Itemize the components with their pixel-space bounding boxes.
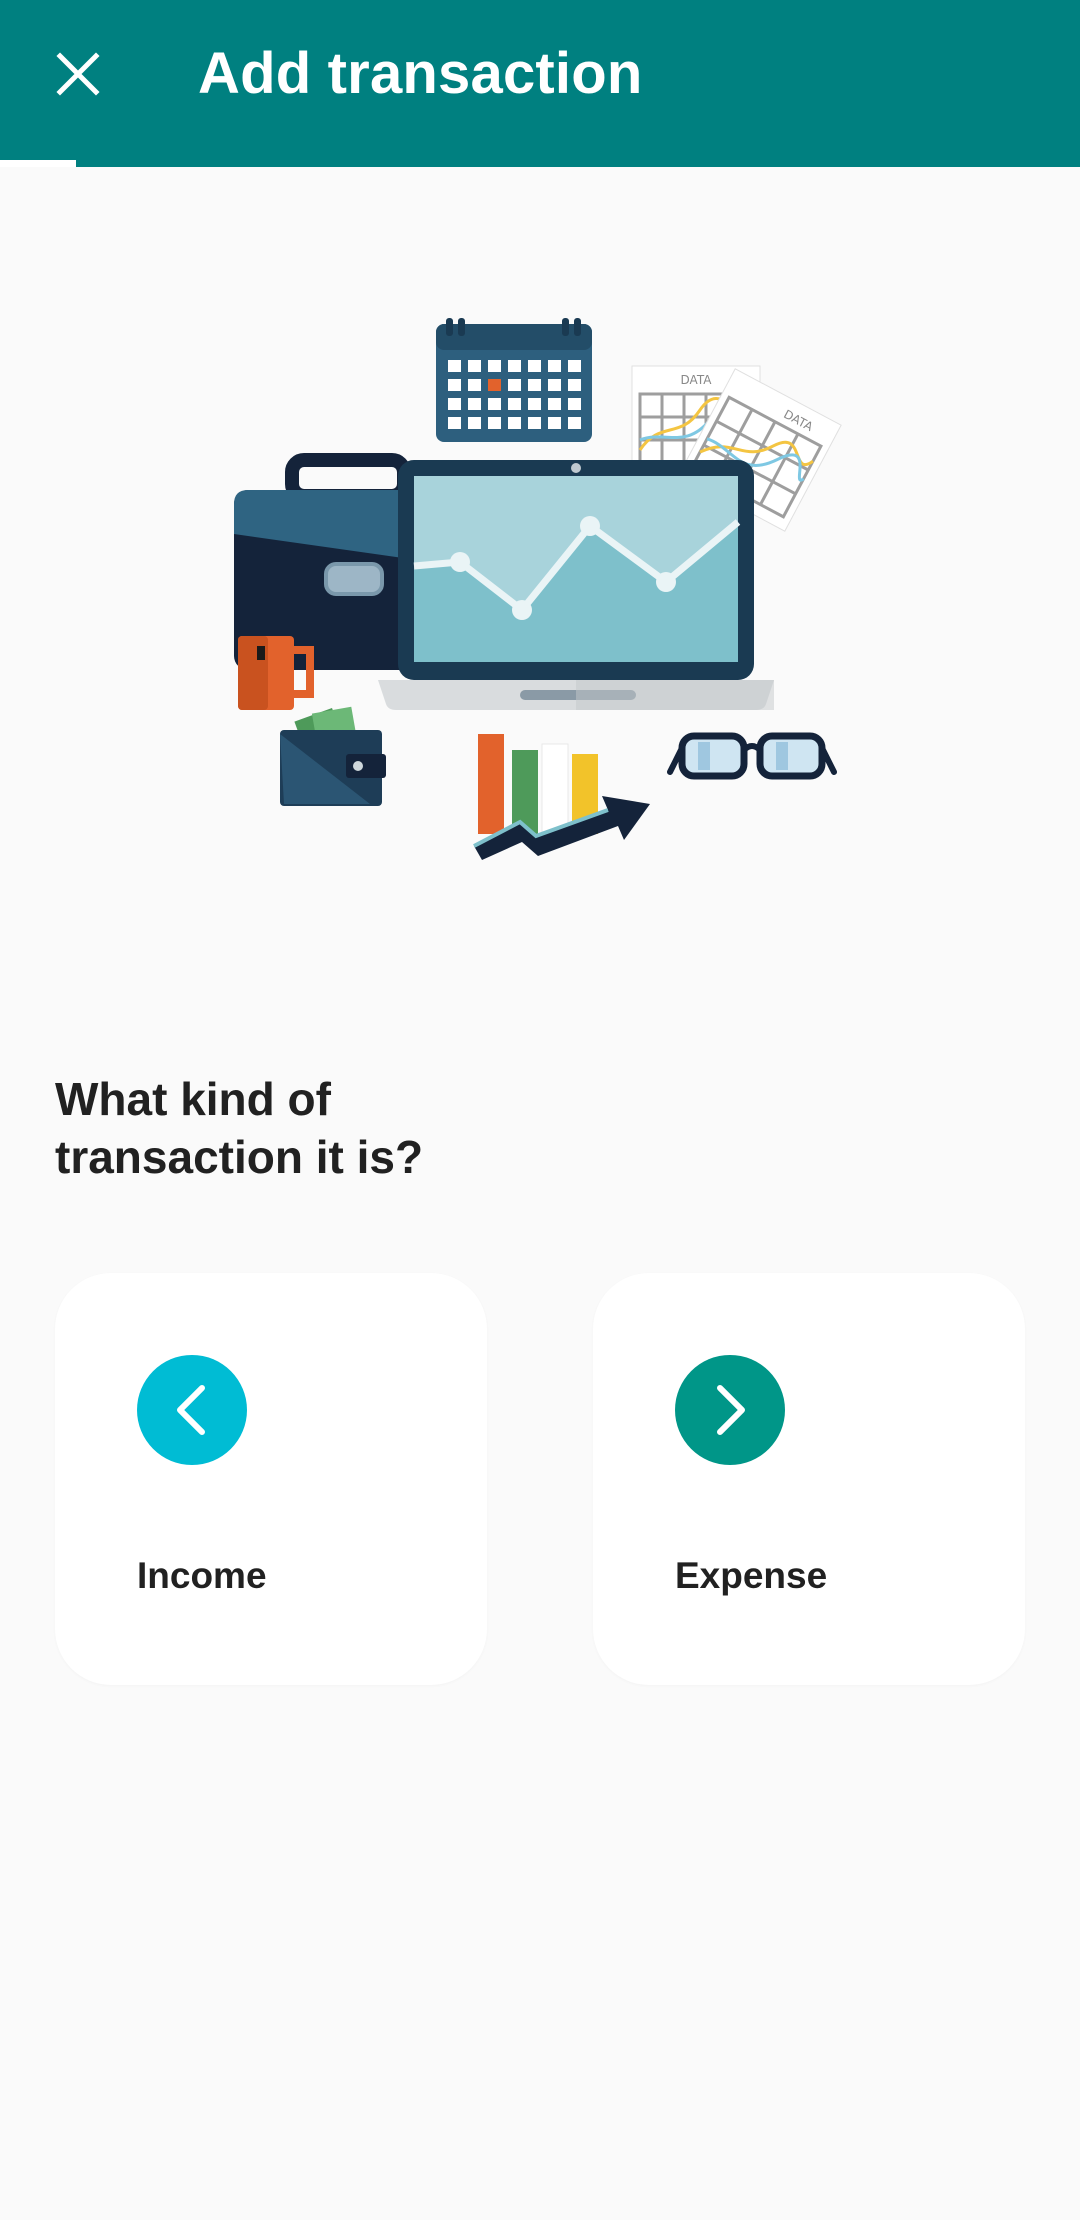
close-button[interactable]	[40, 36, 116, 112]
calendar-icon	[436, 318, 592, 442]
close-icon	[56, 52, 100, 96]
question-heading: What kind of transaction it is?	[55, 1073, 424, 1183]
income-icon-circle	[137, 1355, 247, 1465]
progress-bar	[0, 160, 1080, 167]
expense-label: Expense	[675, 1555, 828, 1596]
svg-text:DATA: DATA	[681, 373, 713, 387]
page-title: Add transaction	[198, 41, 643, 106]
chevron-left-icon	[177, 1385, 205, 1435]
chevron-right-icon	[717, 1385, 745, 1435]
expense-icon-circle	[675, 1355, 785, 1465]
expense-option-card[interactable]: Expense	[593, 1273, 1025, 1685]
mug-icon	[238, 636, 314, 710]
finance-workspace-illustration: DATA DATA	[234, 318, 842, 860]
app-bar: Add transaction	[0, 0, 1080, 167]
wallet-icon	[280, 706, 386, 806]
income-option-card[interactable]: Income	[55, 1273, 487, 1685]
income-label: Income	[137, 1555, 267, 1596]
bar-growth-icon	[473, 734, 650, 860]
laptop-icon	[378, 460, 774, 710]
glasses-icon	[667, 732, 837, 780]
progress-bar-fill	[0, 160, 76, 167]
